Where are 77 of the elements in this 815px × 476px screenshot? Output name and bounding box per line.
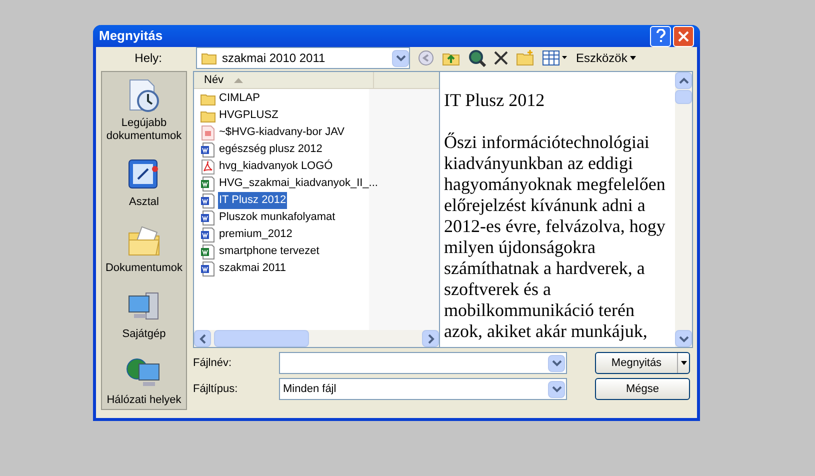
file-item[interactable]: ~$HVG-kiadvany-bor JAV — [199, 124, 439, 141]
document-icon — [200, 192, 215, 208]
file-name-label: Fájlnév: — [193, 356, 233, 371]
file-type-label: Fájltípus: — [193, 382, 239, 397]
file-item[interactable]: hvg_kiadvanyok LOGÓ — [199, 158, 439, 175]
search-icon[interactable] — [468, 49, 486, 67]
file-name: HVG_szakmai_kiadvanyok_II_... — [218, 176, 379, 192]
file-item[interactable]: premium_2012 — [199, 226, 439, 243]
close-icon — [678, 30, 689, 42]
scrollbar-thumb[interactable] — [675, 90, 692, 104]
file-type-value: Minden fájl — [283, 382, 338, 397]
folder-icon — [201, 51, 217, 65]
scroll-down-button[interactable] — [675, 330, 692, 347]
file-name: egészség plusz 2012 — [218, 142, 324, 158]
places-item[interactable]: Dokumentumok — [102, 221, 186, 277]
file-type-dropdown[interactable]: Minden fájl — [279, 378, 567, 400]
file-name: HVGPLUSZ — [218, 108, 280, 124]
places-label: Legújabb dokumentumok — [105, 117, 183, 143]
file-name: ~$HVG-kiadvany-bor JAV — [218, 125, 346, 140]
document-icon — [200, 226, 215, 242]
tools-menu[interactable]: Eszközök — [576, 49, 636, 67]
sort-arrow-icon — [234, 78, 243, 82]
document-icon — [200, 210, 215, 226]
horizontal-scrollbar[interactable] — [194, 330, 439, 347]
places-label: Sajátgép — [122, 328, 166, 341]
location-dropdown[interactable]: szakmai 2010 2011 — [196, 47, 410, 69]
folder-icon — [200, 92, 216, 106]
column-label: Név — [204, 72, 224, 88]
file-item[interactable]: egészség plusz 2012 — [199, 141, 439, 158]
document-icon — [200, 176, 215, 192]
file-name: szakmai 2011 — [218, 261, 288, 276]
places-item[interactable]: Asztal — [102, 155, 186, 211]
caret-icon — [680, 361, 686, 365]
file-name: smartphone tervezet — [218, 244, 320, 260]
folder-icon — [200, 108, 216, 122]
preview-title: IT Plusz 2012 — [444, 90, 546, 111]
file-name: IT Plusz 2012 — [218, 192, 288, 209]
window-title: Megnyitás — [99, 27, 163, 46]
file-item[interactable]: IT Plusz 2012 — [199, 192, 439, 209]
file-name: Pluszok munkafolyamat — [218, 210, 336, 226]
open-button[interactable]: Megnyitás — [595, 352, 690, 374]
file-item[interactable]: HVGPLUSZ — [199, 107, 439, 124]
delete-icon[interactable] — [494, 51, 508, 65]
file-item[interactable]: CIMLAP — [199, 90, 439, 107]
location-label: Hely: — [134, 50, 162, 67]
file-item[interactable]: Pluszok munkafolyamat — [199, 209, 439, 226]
location-value: szakmai 2010 2011 — [222, 50, 326, 67]
file-name-field[interactable] — [279, 352, 567, 374]
places-item[interactable]: Hálózati helyek — [102, 353, 186, 409]
places-label: Dokumentumok — [105, 262, 183, 275]
document-icon — [200, 158, 214, 174]
preview-text: Őszi információtechnológiai kiadványunkban az eddigi hagyományoknak megfelelően előrejelzést kívánunk adni a 2012-es évre, felvázolva, hogy milyen újdonságokra számíthatnak a hardverek, a szoftverek és a mobilkommunikáció terén azok, akiket akár munkájuk, — [444, 132, 666, 342]
scroll-right-button[interactable] — [422, 330, 439, 347]
file-name: hvg_kiadvanyok LOGÓ — [218, 158, 334, 174]
vertical-scrollbar[interactable] — [675, 72, 692, 347]
question-mark-icon — [656, 29, 666, 43]
places-label: Asztal — [129, 196, 159, 209]
file-item[interactable]: szakmai 2011 — [199, 260, 439, 277]
document-icon — [200, 142, 215, 158]
file-item[interactable]: HVG_szakmai_kiadvanyok_II_... — [199, 175, 439, 192]
scrollbar-thumb[interactable] — [214, 330, 309, 347]
document-icon — [200, 260, 215, 276]
caret-icon — [630, 56, 636, 60]
help-button[interactable] — [650, 26, 671, 46]
cancel-button[interactable]: Mégse — [595, 378, 690, 400]
file-name: premium_2012 — [218, 227, 294, 242]
close-button[interactable] — [673, 26, 694, 46]
file-item[interactable]: smartphone tervezet — [199, 243, 439, 260]
document-icon — [200, 124, 214, 140]
places-label: Hálózati helyek — [106, 394, 182, 407]
places-item[interactable]: Legújabb dokumentumok — [102, 76, 186, 145]
file-name: CIMLAP — [218, 91, 261, 106]
document-icon — [200, 244, 215, 260]
scroll-up-button[interactable] — [675, 72, 692, 89]
scroll-left-button[interactable] — [194, 330, 211, 347]
view-menu-icon[interactable] — [542, 50, 568, 66]
places-item[interactable]: Sajátgép — [102, 287, 186, 343]
